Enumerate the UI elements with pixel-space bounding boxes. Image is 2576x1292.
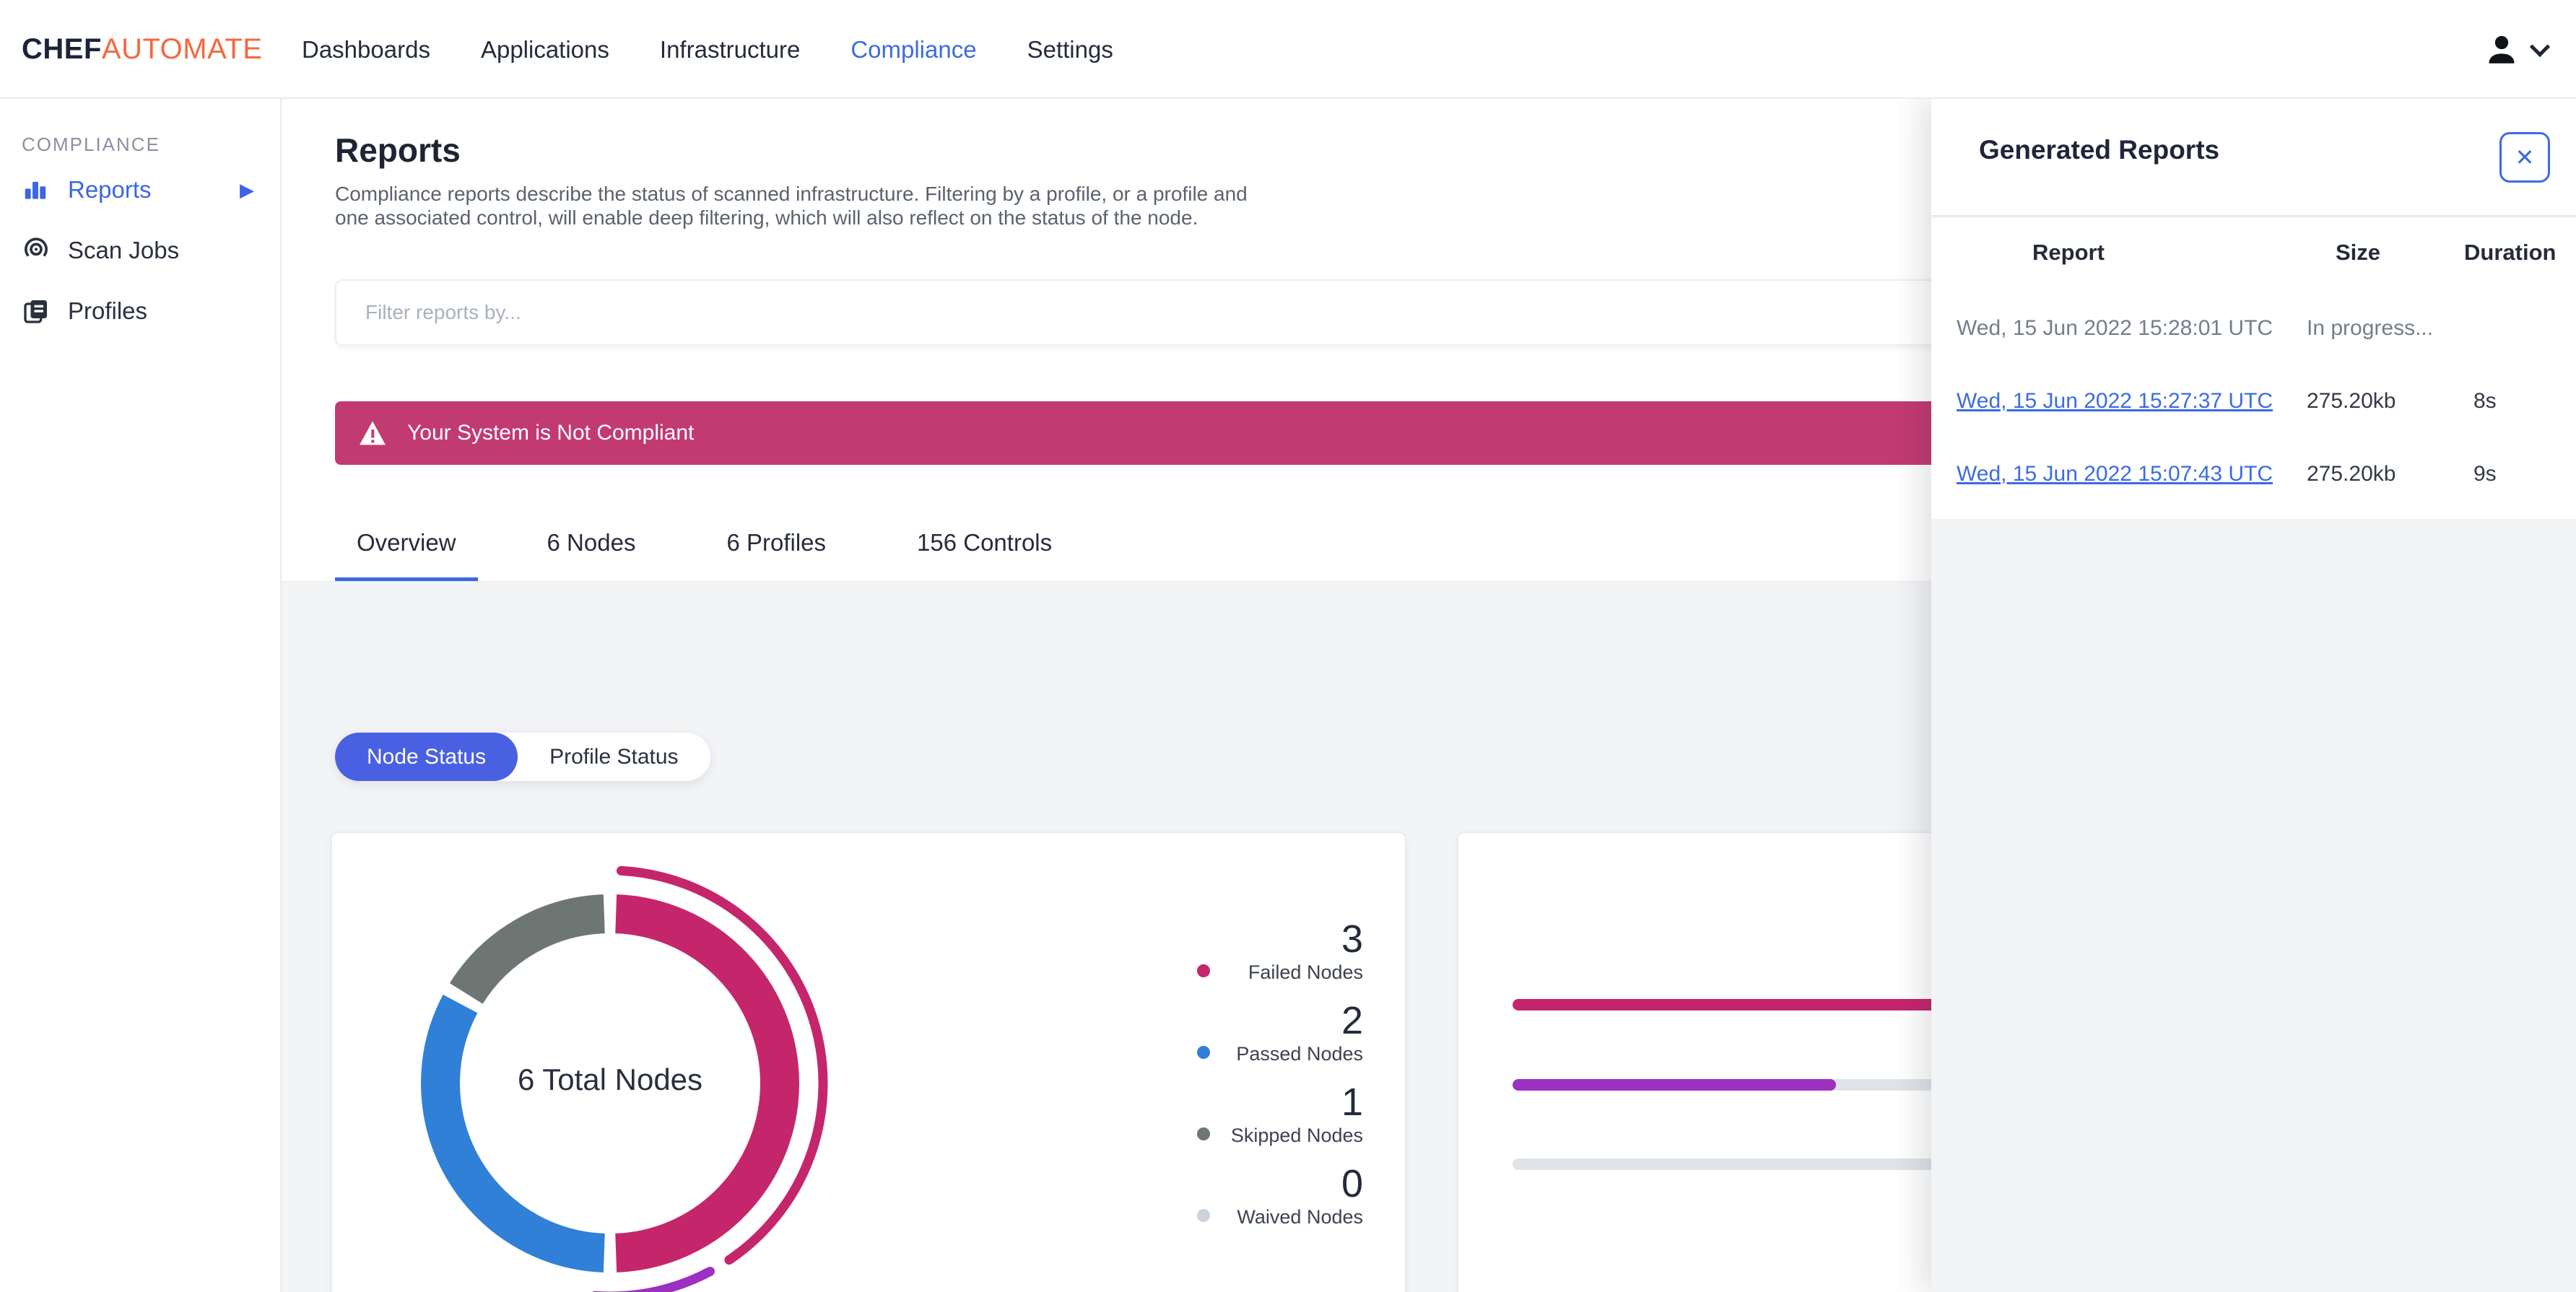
table-row: Wed, 15 Jun 2022 15:07:43 UTC 275.20kb 9… [1931, 439, 2576, 512]
legend-label: Skipped Nodes [1230, 1125, 1363, 1146]
page-title: Reports [335, 131, 461, 169]
report-duration: 9s [2473, 462, 2497, 486]
legend-item-failed: 3 Failed Nodes [1197, 917, 1363, 983]
documents-icon [22, 297, 52, 326]
report-size: In progress... [2307, 316, 2434, 340]
report-duration: 8s [2473, 389, 2497, 413]
drawer-header: Generated Reports ✕ [1931, 99, 2576, 217]
scan-target-icon [22, 236, 52, 265]
nav-item-settings[interactable]: Settings [1027, 36, 1113, 64]
skipped-dot-icon [1197, 1127, 1210, 1140]
waived-count: 0 [1341, 1162, 1363, 1205]
main-nav: Dashboards Applications Infrastructure C… [302, 0, 1113, 99]
waived-dot-icon [1197, 1209, 1210, 1222]
sidebar-item-label: Profiles [68, 297, 148, 324]
sidebar-section-label: COMPLIANCE [22, 134, 160, 155]
node-status-card: 6 Total Nodes 3 Failed Nodes 2 Passed No… [331, 831, 1406, 1292]
sidebar-item-label: Reports [68, 176, 152, 203]
drawer-title: Generated Reports [1979, 135, 2220, 165]
chevron-right-icon: ▶ [240, 178, 254, 201]
legend-label: Waived Nodes [1237, 1206, 1363, 1228]
logo-chef: CHEF [22, 33, 102, 65]
tab-profiles[interactable]: 6 Profiles [705, 522, 848, 582]
skipped-count: 1 [1341, 1081, 1363, 1124]
user-icon [2484, 32, 2520, 68]
legend-item-skipped: 1 Skipped Nodes [1197, 1081, 1363, 1146]
report-download-link[interactable]: Wed, 15 Jun 2022 15:27:37 UTC [1957, 389, 2273, 413]
compliance-sidebar: COMPLIANCE Reports ▶ Scan Jobs Profiles [0, 99, 282, 1292]
column-duration: Duration [2464, 240, 2557, 265]
generated-reports-table: Report Size Duration Wed, 15 Jun 2022 15… [1931, 218, 2576, 519]
report-size: 275.20kb [2307, 462, 2396, 486]
tab-nodes[interactable]: 6 Nodes [526, 522, 658, 582]
status-toggle: Node Status Profile Status [335, 733, 710, 781]
toggle-profile-status[interactable]: Profile Status [518, 733, 710, 781]
page-description: Compliance reports describe the status o… [335, 182, 1248, 230]
report-size: 275.20kb [2307, 389, 2396, 413]
close-icon[interactable]: ✕ [2499, 132, 2550, 183]
logo-automate: AUTOMATE [101, 33, 263, 65]
chef-automate-app: { "brand": { "chef": "CHEF", "automate":… [0, 0, 2576, 1292]
bar-chart-icon [22, 176, 52, 204]
sidebar-item-scan-jobs[interactable]: Scan Jobs [0, 224, 280, 277]
nav-item-infrastructure[interactable]: Infrastructure [660, 36, 800, 64]
passed-dot-icon [1197, 1046, 1210, 1059]
legend-item-waived: 0 Waived Nodes [1197, 1162, 1363, 1228]
failed-count: 3 [1341, 917, 1363, 961]
tab-controls[interactable]: 156 Controls [895, 522, 1074, 582]
nav-item-applications[interactable]: Applications [481, 36, 609, 64]
nav-item-dashboards[interactable]: Dashboards [302, 36, 430, 64]
user-menu[interactable] [2484, 0, 2551, 99]
table-row: Wed, 15 Jun 2022 15:28:01 UTC In progres… [1931, 293, 2576, 366]
nav-item-compliance[interactable]: Compliance [850, 36, 976, 64]
legend-label: Passed Nodes [1236, 1043, 1363, 1065]
legend-label: Failed Nodes [1248, 961, 1363, 983]
sidebar-item-profiles[interactable]: Profiles [0, 284, 280, 338]
column-size: Size [2336, 240, 2381, 265]
toggle-node-status[interactable]: Node Status [335, 733, 518, 781]
table-row: Wed, 15 Jun 2022 15:27:37 UTC 275.20kb 8… [1931, 366, 2576, 439]
warning-icon [358, 420, 387, 446]
sidebar-item-reports[interactable]: Reports ▶ [0, 163, 280, 217]
column-report: Report [2032, 240, 2105, 265]
tab-overview[interactable]: Overview [335, 522, 478, 582]
generated-reports-drawer: Generated Reports ✕ Report Size Duration… [1931, 99, 2576, 1292]
legend-item-passed: 2 Passed Nodes [1197, 999, 1363, 1065]
passed-count: 2 [1341, 999, 1363, 1042]
report-download-link[interactable]: Wed, 15 Jun 2022 15:07:43 UTC [1957, 462, 2273, 486]
description-line: Compliance reports describe the status o… [335, 183, 1248, 205]
failed-dot-icon [1197, 964, 1210, 977]
donut-center-label: 6 Total Nodes [517, 1062, 703, 1096]
description-line: one associated control, will enable deep… [335, 206, 1198, 229]
donut-legend: 3 Failed Nodes 2 Passed Nodes 1 Skipped … [1197, 918, 1363, 1244]
chef-automate-logo[interactable]: CHEF AUTOMATE [22, 0, 262, 99]
banner-text: Your System is Not Compliant [407, 421, 695, 445]
top-navigation: CHEF AUTOMATE Dashboards Applications Inf… [0, 0, 2576, 99]
chevron-down-icon [2529, 36, 2551, 57]
report-tabs: Overview 6 Nodes 6 Profiles 156 Controls [335, 522, 1074, 582]
report-timestamp: Wed, 15 Jun 2022 15:28:01 UTC [1957, 316, 2273, 340]
sidebar-item-label: Scan Jobs [68, 237, 180, 263]
